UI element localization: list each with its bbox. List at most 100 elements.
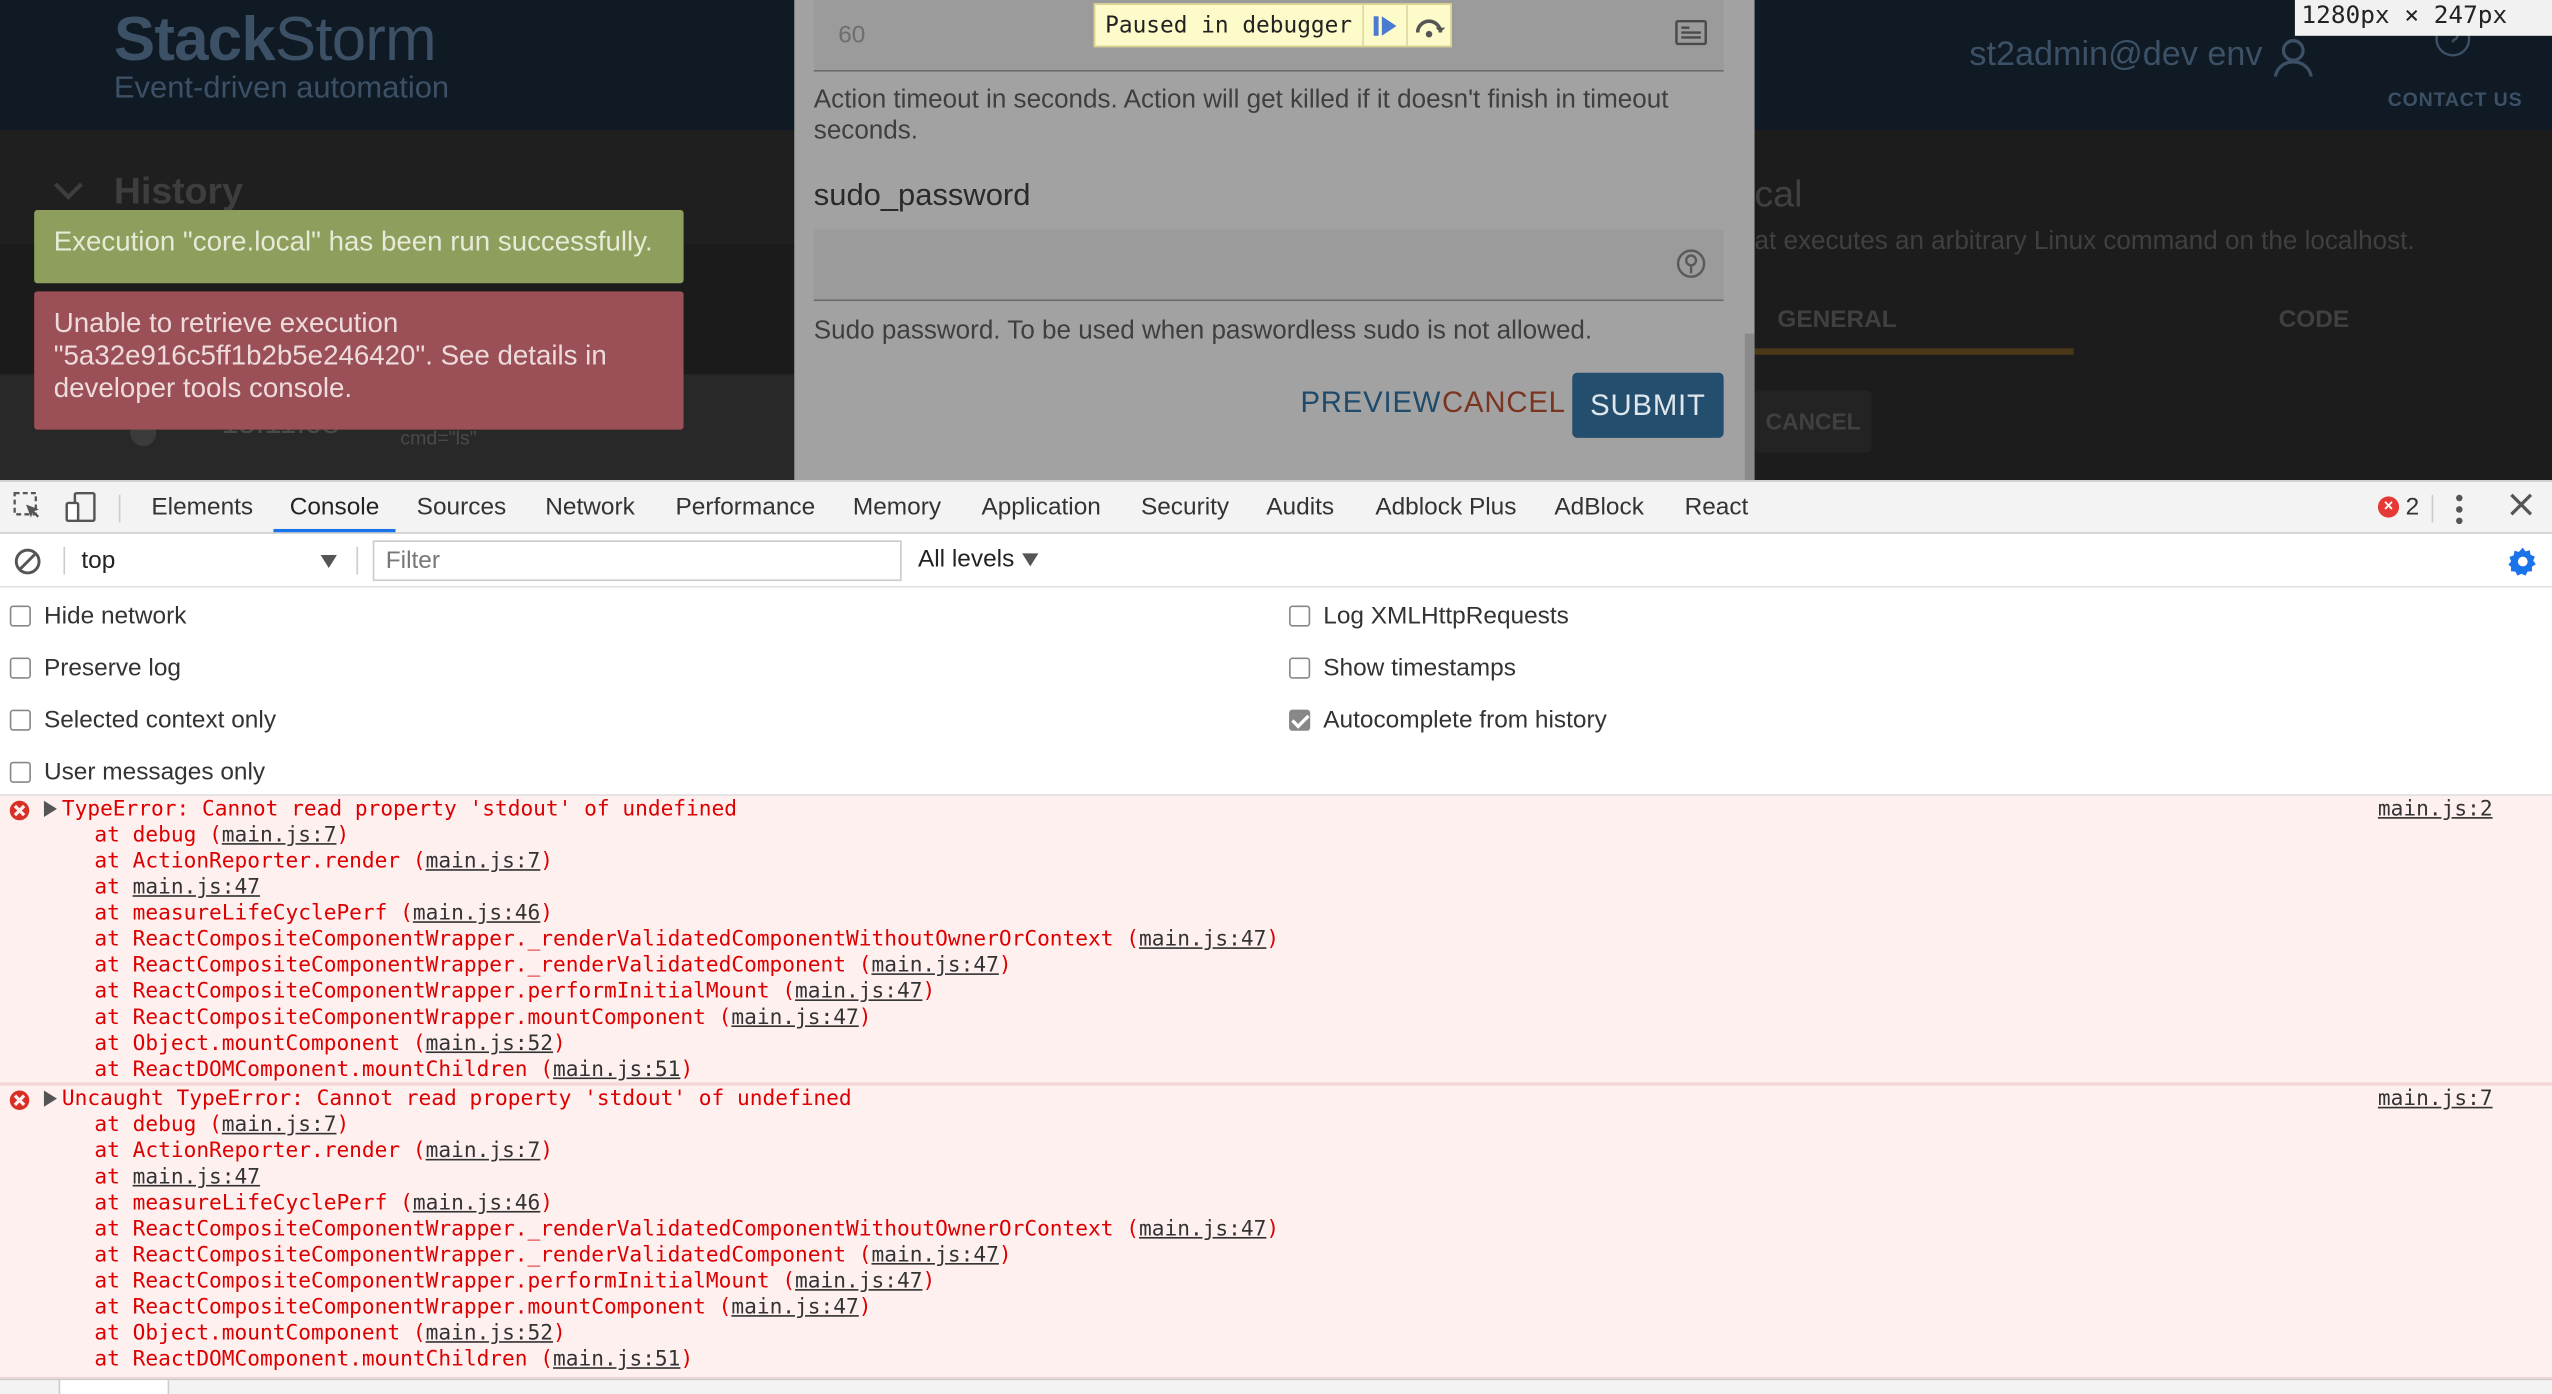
setting-user-messages-only[interactable]: User messages only	[9, 758, 265, 786]
tab-audits[interactable]: Audits	[1266, 493, 1334, 521]
action-description: at executes an arbitrary Linux command o…	[1754, 227, 2415, 256]
tab-network[interactable]: Network	[545, 493, 635, 521]
stack-frame: at ReactCompositeComponentWrapper.perfor…	[94, 980, 1279, 1006]
tab-performance[interactable]: Performance	[675, 493, 815, 521]
stack-frame: at ReactCompositeComponentWrapper.perfor…	[94, 1270, 1279, 1296]
submit-button[interactable]: SUBMIT	[1572, 372, 1724, 438]
chevron-down-icon[interactable]	[53, 179, 83, 208]
tab-elements[interactable]: Elements	[151, 493, 253, 521]
resume-icon[interactable]	[1361, 4, 1406, 46]
contact-us-link[interactable]: CONTACT US	[2388, 88, 2523, 111]
expand-triangle-icon[interactable]	[43, 800, 57, 818]
console-filter-bar: top All levels	[0, 533, 2552, 588]
setting-label: Hide network	[43, 602, 187, 630]
cancel-button[interactable]: CANCEL	[1442, 386, 1566, 420]
stack-prefix: at	[94, 979, 133, 1005]
divider	[2431, 494, 2434, 523]
preview-button[interactable]: PREVIEW	[1300, 386, 1441, 420]
context-selector[interactable]: top	[67, 540, 350, 581]
setting-show-timestamps[interactable]: Show timestamps	[1289, 654, 1516, 682]
more-options-icon[interactable]	[2454, 493, 2464, 534]
expand-triangle-icon[interactable]	[43, 1090, 57, 1107]
checkbox[interactable]	[9, 605, 31, 627]
stack-function: debug	[132, 1113, 197, 1138]
stack-location-link[interactable]: main.js:7	[426, 1139, 541, 1163]
stack-location-link[interactable]: main.js:47	[731, 1006, 858, 1030]
tab-memory[interactable]: Memory	[853, 493, 941, 521]
execution-cancel-button[interactable]: CANCEL	[1754, 390, 1872, 453]
step-over-icon[interactable]	[1405, 4, 1450, 46]
tab-general[interactable]: GENERAL	[1777, 306, 1896, 334]
paren: )	[540, 1191, 554, 1216]
sudo-password-field[interactable]	[813, 229, 1724, 302]
checkbox[interactable]	[1289, 657, 1311, 679]
setting-log-xmlhttprequests[interactable]: Log XMLHttpRequests	[1289, 602, 1569, 630]
error-source-link[interactable]: main.js:7	[2378, 1087, 2493, 1111]
stack-location-link[interactable]: main.js:7	[222, 1113, 337, 1137]
stack-location-link[interactable]: main.js:47	[795, 980, 922, 1004]
checkbox[interactable]	[9, 709, 31, 731]
dropdown-arrow-icon[interactable]	[1022, 553, 1039, 567]
tab-security[interactable]: Security	[1141, 493, 1229, 521]
setting-selected-context-only[interactable]: Selected context only	[9, 706, 277, 735]
checkbox[interactable]	[1289, 709, 1311, 731]
tab-react[interactable]: React	[1685, 493, 1749, 521]
tab-sources[interactable]: Sources	[417, 493, 507, 521]
error-counter[interactable]: × 2	[2377, 493, 2419, 521]
error-toast[interactable]: Unable to retrieve execution "5a32e916c5…	[34, 291, 684, 430]
tab-code[interactable]: CODE	[2279, 306, 2350, 334]
setting-preserve-log[interactable]: Preserve log	[9, 654, 181, 682]
timeout-value: 60	[838, 21, 866, 49]
stack-location-link[interactable]: main.js:7	[426, 850, 541, 874]
console-error-message[interactable]: Uncaught TypeError: Cannot read property…	[0, 1083, 2552, 1379]
success-toast[interactable]: Execution "core.local" has been run succ…	[34, 209, 684, 284]
checkbox[interactable]	[1289, 605, 1311, 627]
stack-location-link[interactable]: main.js:47	[871, 954, 998, 978]
paren: )	[922, 1269, 936, 1294]
paren: )	[336, 1113, 350, 1138]
setting-label: Selected context only	[43, 706, 277, 735]
inspect-element-icon[interactable]	[13, 492, 42, 529]
clear-console-icon[interactable]	[13, 547, 42, 584]
setting-label: Log XMLHttpRequests	[1323, 602, 1569, 630]
tab-application[interactable]: Application	[981, 493, 1100, 521]
stack-location-link[interactable]: main.js:46	[413, 1191, 540, 1215]
checkbox[interactable]	[9, 761, 31, 783]
tab-adblock-plus[interactable]: Adblock Plus	[1375, 493, 1516, 521]
tab-console[interactable]: Console	[290, 493, 380, 521]
stack-location-link[interactable]: main.js:52	[426, 1032, 553, 1056]
active-tab-underline	[273, 528, 396, 533]
stack-location-link[interactable]: main.js:47	[871, 1243, 998, 1267]
stack-location-link[interactable]: main.js:51	[553, 1058, 680, 1082]
close-icon[interactable]	[2508, 492, 2534, 526]
stack-location-link[interactable]: main.js:47	[731, 1296, 858, 1320]
stack-location-link[interactable]: main.js:52	[426, 1322, 553, 1346]
history-title: History	[113, 169, 243, 212]
logo[interactable]: StackStorm	[113, 6, 437, 77]
tab-adblock[interactable]: AdBlock	[1554, 493, 1644, 521]
log-levels-dropdown[interactable]: All levels	[918, 545, 1014, 573]
user-icon[interactable]	[2272, 36, 2314, 86]
checkbox[interactable]	[9, 657, 31, 679]
stack-frame: at ReactCompositeComponentWrapper._rende…	[94, 1243, 1279, 1269]
setting-autocomplete-from-history[interactable]: Autocomplete from history	[1289, 706, 1607, 734]
stack-location-link[interactable]: main.js:47	[133, 1165, 260, 1189]
stack-location-link[interactable]: main.js:47	[1139, 928, 1266, 952]
console-settings-gear-icon[interactable]	[2507, 545, 2540, 586]
stack-location-link[interactable]: main.js:7	[222, 824, 337, 848]
device-toolbar-icon[interactable]	[65, 491, 98, 533]
filter-input[interactable]	[372, 540, 902, 582]
stack-location-link[interactable]: main.js:47	[795, 1270, 922, 1294]
error-source-link[interactable]: main.js:2	[2378, 798, 2493, 822]
stack-location-link[interactable]: main.js:51	[553, 1348, 680, 1372]
logo-bold: Stack	[113, 6, 276, 75]
stack-location-link[interactable]: main.js:46	[413, 902, 540, 926]
stack-location-link[interactable]: main.js:47	[1139, 1217, 1266, 1241]
drawer-tab[interactable]	[58, 1380, 170, 1394]
stack-location-link[interactable]: main.js:47	[133, 876, 260, 900]
paren: (	[1113, 1217, 1139, 1242]
user-name[interactable]: st2admin@dev env	[1969, 36, 2262, 75]
console-error-message[interactable]: TypeError: Cannot read property 'stdout'…	[0, 795, 2552, 1084]
modal-scrollbar[interactable]	[1744, 333, 1755, 481]
setting-hide-network[interactable]: Hide network	[9, 602, 187, 630]
